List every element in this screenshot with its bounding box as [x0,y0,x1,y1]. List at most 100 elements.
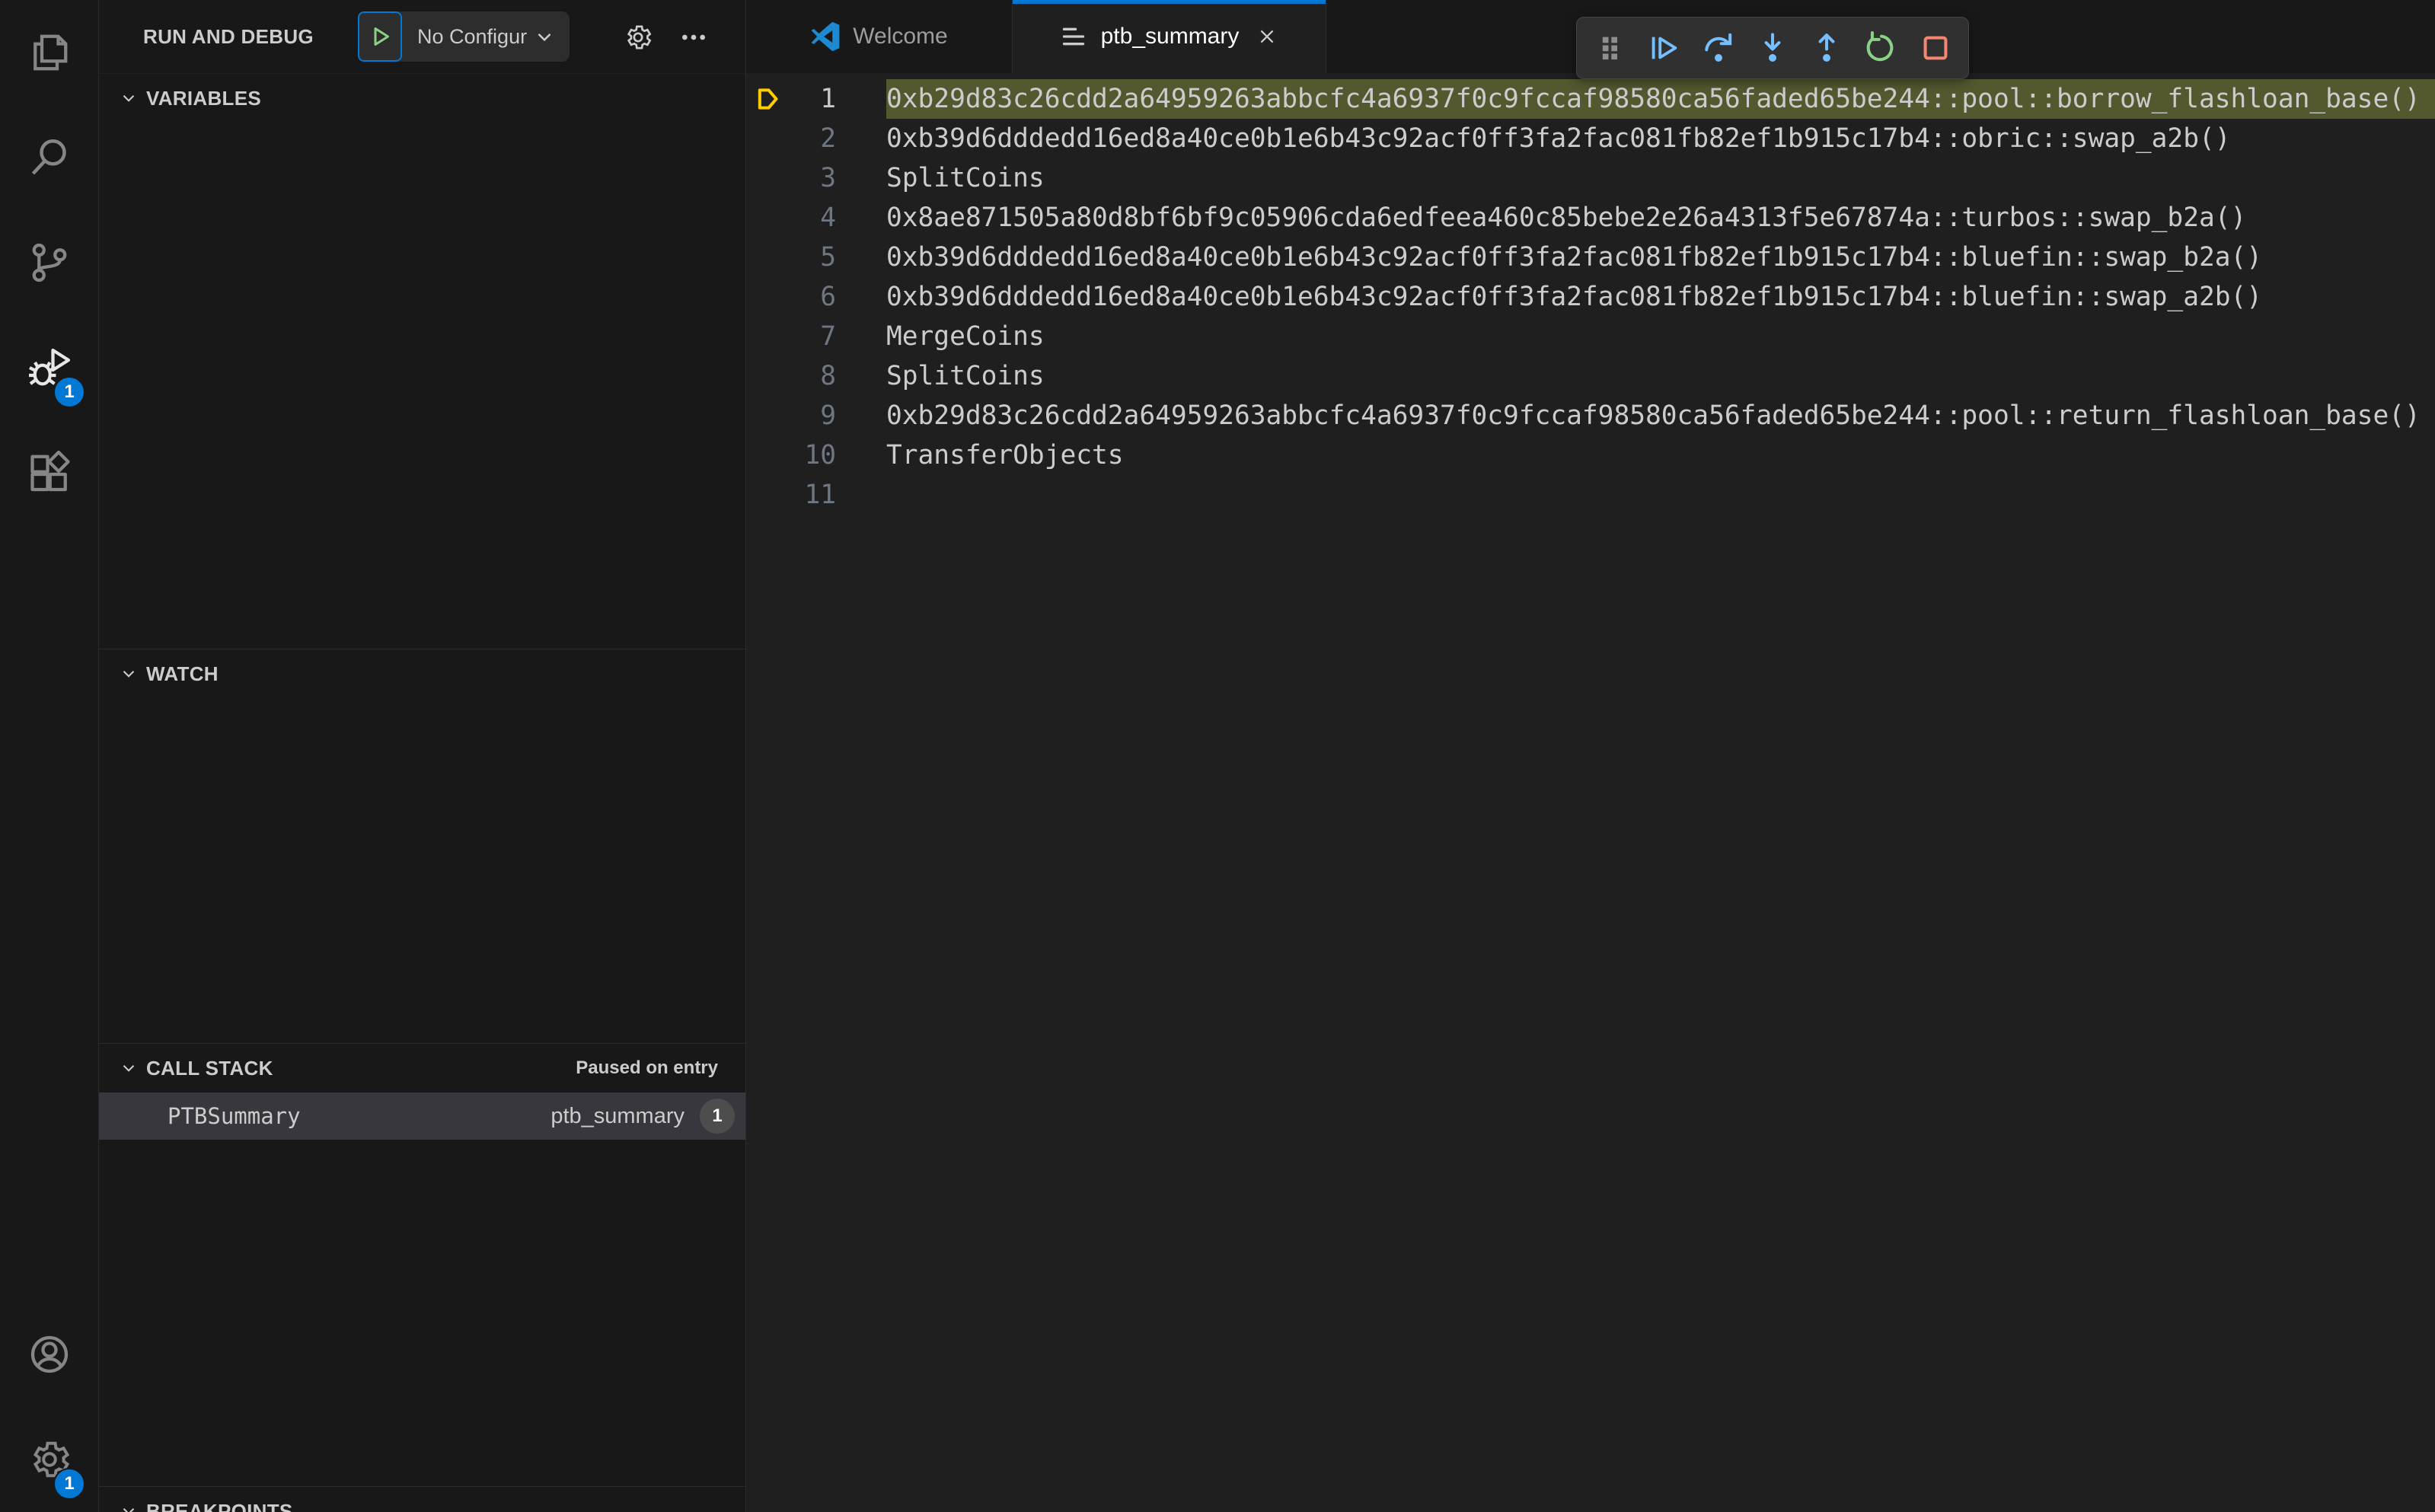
debug-sessions-badge: 1 [53,376,85,408]
variables-section-label: VARIABLES [146,86,262,110]
code-text[interactable]: SplitCoins [836,361,1045,391]
stack-frame-source: ptb_summary [551,1103,685,1128]
activity-bar-top: 1 [0,0,98,525]
call-stack-section: CALL STACK Paused on entry PTBSummary pt… [99,1043,745,1486]
step-over-icon [1704,33,1731,62]
restart-icon [1866,31,1893,62]
play-icon [374,27,389,46]
watch-section: WATCH [99,649,745,1043]
stack-frame-meta: ptb_summary 1 [551,1099,735,1134]
restart-button[interactable] [1862,29,1900,67]
editor-line[interactable]: 9 0xb29d83c26cdd2a64959263abbcfc4a6937f0… [746,396,2435,435]
current-statement-arrow-icon [746,79,792,119]
editor-line[interactable]: 4 0x8ae871505a80d8bf6bf9c05906cda6edfeea… [746,198,2435,238]
editor-line[interactable]: 7 MergeCoins [746,317,2435,356]
editor-line[interactable]: 3 SplitCoins [746,158,2435,198]
line-number[interactable]: 2 [792,123,836,154]
watch-section-label: WATCH [146,662,219,685]
code-text[interactable]: SplitCoins [836,163,1045,193]
settings-badge: 1 [53,1468,85,1500]
stack-frame-line-badge: 1 [700,1099,735,1134]
ellipsis-icon [682,34,705,40]
editor-line[interactable]: 2 0xb39d6dddedd16ed8a40ce0b1e6b43c92acf0… [746,119,2435,158]
files-icon [34,34,68,71]
code-text[interactable]: 0xb39d6dddedd16ed8a40ce0b1e6b43c92acf0ff… [836,123,2231,154]
editor-line[interactable]: 8 SplitCoins [746,356,2435,396]
vscode-logo-icon [811,21,840,52]
line-number[interactable]: 4 [792,203,836,233]
settings-button[interactable]: 1 [0,1407,99,1512]
close-tab-button[interactable] [1254,24,1280,49]
editor-group: Welcome ptb_summary 1 0xb29d83c26cdd2a64… [746,0,2435,1512]
stop-button[interactable] [1916,29,1955,67]
line-number[interactable]: 3 [792,163,836,193]
line-number[interactable]: 6 [792,282,836,312]
chevron-down-icon [538,33,551,42]
step-out-button[interactable] [1808,29,1846,67]
editor-line[interactable]: 6 0xb39d6dddedd16ed8a40ce0b1e6b43c92acf0… [746,277,2435,317]
sidebar-item-search[interactable] [0,105,99,210]
line-number[interactable]: 9 [792,400,836,431]
sidebar-title-bar: RUN AND DEBUG No Configur [99,0,745,73]
continue-icon [1652,37,1677,59]
code-text[interactable]: 0x8ae871505a80d8bf6bf9c05906cda6edfeea46… [836,203,2246,233]
editor-line[interactable]: 5 0xb39d6dddedd16ed8a40ce0b1e6b43c92acf0… [746,238,2435,277]
line-number[interactable]: 5 [792,242,836,273]
step-out-icon [1818,33,1835,62]
extensions-icon [30,450,70,492]
breakpoints-section-label: BREAKPOINTS [146,1499,293,1512]
continue-button[interactable] [1645,29,1683,67]
debug-configuration-dropdown[interactable]: No Configur [402,11,570,62]
open-launch-json-button[interactable] [621,20,656,55]
tab-welcome[interactable]: Welcome [746,0,1013,73]
sidebar-item-run-and-debug[interactable]: 1 [0,315,99,420]
editor-line[interactable]: 1 0xb29d83c26cdd2a64959263abbcfc4a6937f0… [746,79,2435,119]
run-and-debug-sidebar: RUN AND DEBUG No Configur VARIABLES WATC… [99,0,746,1512]
sidebar-item-extensions[interactable] [0,420,99,525]
call-stack-section-header[interactable]: CALL STACK Paused on entry [99,1044,745,1093]
accounts-button[interactable] [0,1302,99,1407]
line-number[interactable]: 10 [792,440,836,471]
stack-frame-name: PTBSummary [168,1103,301,1129]
line-number[interactable]: 7 [792,321,836,352]
variables-section: VARIABLES [99,73,745,649]
editor-line[interactable]: 10 TransferObjects [746,435,2435,475]
vscode-window: 1 1 RUN AND DEBUG No Configur VARIABLES … [0,0,2435,1512]
code-editor[interactable]: 1 0xb29d83c26cdd2a64959263abbcfc4a6937f0… [746,73,2435,1512]
line-number[interactable]: 11 [792,480,836,510]
step-over-button[interactable] [1699,29,1738,67]
code-text[interactable]: 0xb29d83c26cdd2a64959263abbcfc4a6937f0c9… [836,400,2421,431]
breakpoints-section-header[interactable]: BREAKPOINTS [99,1487,745,1512]
line-number[interactable]: 1 [792,84,836,114]
code-text[interactable]: 0xb29d83c26cdd2a64959263abbcfc4a6937f0c9… [836,84,2421,114]
debug-configuration-label: No Configur [417,24,528,48]
breakpoints-section: BREAKPOINTS [99,1486,745,1512]
line-number[interactable]: 8 [792,361,836,391]
start-debugging-button[interactable] [358,11,402,62]
gripper-icon [1602,37,1617,60]
views-and-more-actions-button[interactable] [676,20,711,55]
code-text[interactable]: 0xb39d6dddedd16ed8a40ce0b1e6b43c92acf0ff… [836,282,2262,312]
sidebar-item-explorer[interactable] [0,0,99,105]
launch-control: No Configur [358,11,570,62]
toolbar-drag-handle[interactable] [1591,29,1629,67]
gear-icon [627,25,652,49]
watch-section-header[interactable]: WATCH [99,649,745,698]
tab-ptb-summary[interactable]: ptb_summary [1013,0,1326,73]
stack-frame-row[interactable]: PTBSummary ptb_summary 1 [99,1093,745,1140]
step-into-button[interactable] [1754,29,1792,67]
source-control-icon [32,243,67,282]
chevron-down-icon [123,1065,135,1072]
editor-line[interactable]: 11 [746,475,2435,515]
code-text[interactable]: TransferObjects [836,440,1124,471]
chevron-down-icon [123,671,135,678]
sidebar-item-source-control[interactable] [0,210,99,315]
code-text[interactable]: 0xb39d6dddedd16ed8a40ce0b1e6b43c92acf0ff… [836,242,2262,273]
variables-section-header[interactable]: VARIABLES [99,74,745,123]
call-stack-section-label: CALL STACK [146,1056,273,1080]
chevron-down-icon [123,1508,135,1512]
close-icon [1260,30,1274,43]
code-text[interactable]: MergeCoins [836,321,1045,352]
step-into-icon [1764,33,1781,62]
sidebar-title: RUN AND DEBUG [143,24,314,48]
